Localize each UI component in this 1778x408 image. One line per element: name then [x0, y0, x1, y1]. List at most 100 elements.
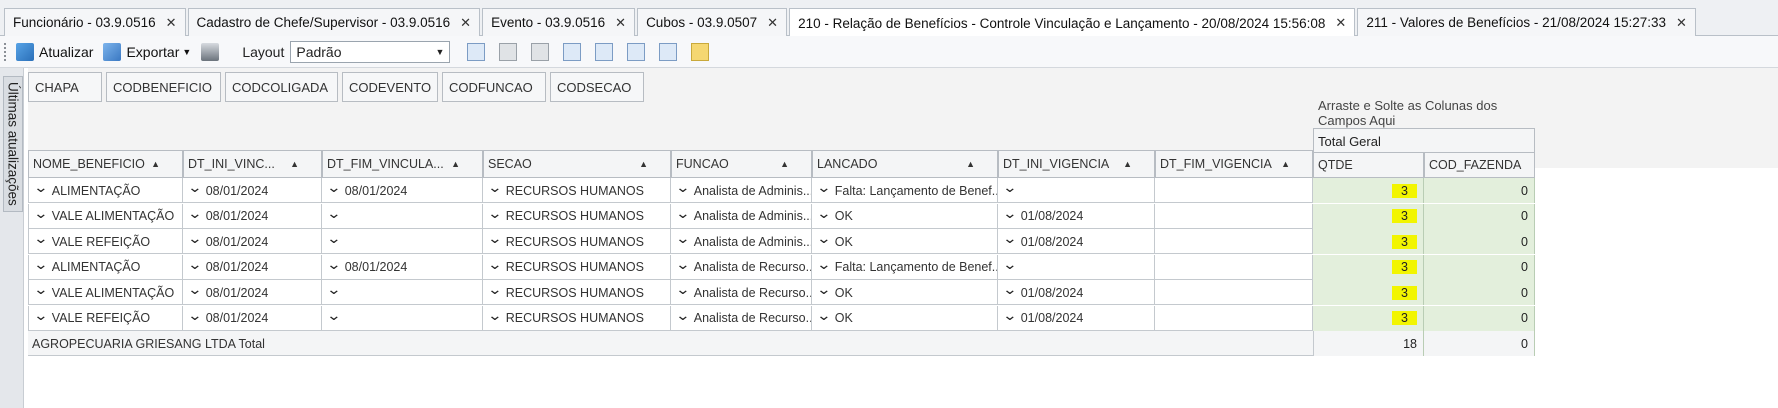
table-cell[interactable] — [1155, 254, 1313, 280]
table-cell[interactable] — [1155, 229, 1313, 254]
collapse-chevron-icon[interactable]: ⌄ — [816, 256, 831, 273]
table-cell[interactable]: ⌄ — [322, 280, 483, 305]
row-field-header[interactable]: DT_FIM_VIGENCIA ▲ — [1155, 150, 1313, 178]
collapse-chevron-icon[interactable]: ⌄ — [1002, 230, 1017, 247]
collapse-chevron-icon[interactable]: ⌄ — [187, 256, 202, 273]
collapse-chevron-icon[interactable]: ⌄ — [33, 179, 48, 196]
collapse-chevron-icon[interactable]: ⌄ — [33, 256, 48, 273]
table-cell[interactable]: ⌄ VALE REFEIÇÃO — [28, 305, 183, 331]
export-button[interactable]: Exportar ▼ — [103, 42, 191, 61]
table-cell[interactable]: ⌄ Analista de Recurso... — [671, 280, 812, 305]
collapse-chevron-icon[interactable]: ⌄ — [326, 230, 341, 247]
table-cell[interactable]: ⌄ ALIMENTAÇÃO — [28, 254, 183, 280]
table-cell[interactable] — [1155, 305, 1313, 331]
collapse-chevron-icon[interactable]: ⌄ — [326, 179, 341, 196]
collapse-chevron-icon[interactable]: ⌄ — [33, 230, 48, 247]
table-cell[interactable]: ⌄ Falta: Lançamento de Benef... — [812, 178, 998, 203]
document-tab[interactable]: Funcionário - 03.9.0516 ✕ — [4, 8, 186, 36]
close-icon[interactable]: ✕ — [767, 15, 778, 31]
row-field-header[interactable]: NOME_BENEFICIO ▲ — [28, 150, 183, 178]
row-field-header[interactable]: LANCADO ▲ — [812, 150, 998, 178]
collapse-chevron-icon[interactable]: ⌄ — [1002, 205, 1017, 222]
table-cell[interactable]: ⌄ OK — [812, 229, 998, 254]
row-field-header[interactable]: DT_FIM_VINCULA... ▲ — [322, 150, 483, 178]
grid-view-icon[interactable] — [563, 42, 582, 61]
table-cell[interactable]: ⌄ Falta: Lançamento de Benef... — [812, 254, 998, 280]
qtde-cell[interactable]: 3 — [1313, 280, 1424, 305]
table-cell[interactable]: ⌄ OK — [812, 203, 998, 229]
field-list-icon[interactable] — [627, 42, 646, 61]
table-cell[interactable]: ⌄ 08/01/2024 — [183, 229, 322, 254]
collapse-chevron-icon[interactable]: ⌄ — [326, 205, 341, 222]
collapse-chevron-icon[interactable]: ⌄ — [1002, 179, 1017, 196]
table-cell[interactable]: ⌄ 08/01/2024 — [183, 203, 322, 229]
table-cell[interactable]: ⌄ — [322, 203, 483, 229]
table-cell[interactable]: ⌄ Analista de Recurso... — [671, 305, 812, 331]
collapse-chevron-icon[interactable]: ⌄ — [816, 307, 831, 324]
collapse-chevron-icon[interactable]: ⌄ — [187, 281, 202, 298]
table-cell[interactable]: ⌄ RECURSOS HUMANOS — [483, 280, 671, 305]
collapse-chevron-icon[interactable]: ⌄ — [1002, 256, 1017, 273]
collapse-chevron-icon[interactable]: ⌄ — [33, 205, 48, 222]
table-cell[interactable]: ⌄ 08/01/2024 — [183, 280, 322, 305]
table-cell[interactable]: ⌄ 08/01/2024 — [322, 178, 483, 203]
cod-fazenda-cell[interactable]: 0 — [1424, 305, 1535, 331]
table-cell[interactable]: ⌄ RECURSOS HUMANOS — [483, 178, 671, 203]
collapse-chevron-icon[interactable]: ⌄ — [487, 230, 502, 247]
collapse-chevron-icon[interactable]: ⌄ — [487, 307, 502, 324]
filter-field-chip[interactable]: CODFUNCAO — [442, 72, 546, 102]
collapse-chevron-icon[interactable]: ⌄ — [1002, 307, 1017, 324]
table-cell[interactable]: ⌄ 01/08/2024 — [998, 280, 1155, 305]
table-cell[interactable]: ⌄ — [322, 229, 483, 254]
cod-fazenda-cell[interactable]: 0 — [1424, 178, 1535, 203]
row-field-header[interactable]: DT_INI_VIGENCIA ▲ — [998, 150, 1155, 178]
collapse-chevron-icon[interactable]: ⌄ — [187, 205, 202, 222]
value-field-header[interactable]: QTDE — [1313, 152, 1424, 178]
row-field-header[interactable]: FUNCAO ▲ — [671, 150, 812, 178]
layout-select[interactable]: Padrão ▼ — [290, 40, 451, 63]
document-tab[interactable]: Cadastro de Chefe/Supervisor - 03.9.0516… — [187, 8, 481, 36]
table-cell[interactable]: ⌄ VALE REFEIÇÃO — [28, 229, 183, 254]
collapse-chevron-icon[interactable]: ⌄ — [487, 281, 502, 298]
sum-icon[interactable] — [659, 42, 678, 61]
collapse-chevron-icon[interactable]: ⌄ — [487, 179, 502, 196]
collapse-chevron-icon[interactable]: ⌄ — [326, 307, 341, 324]
cod-fazenda-cell[interactable]: 0 — [1424, 280, 1535, 305]
table-cell[interactable]: ⌄ Analista de Adminis... — [671, 229, 812, 254]
document-tab[interactable]: Cubos - 03.9.0507 ✕ — [637, 8, 788, 36]
table-cell[interactable]: ⌄ 08/01/2024 — [183, 305, 322, 331]
collapse-chevron-icon[interactable]: ⌄ — [675, 256, 690, 273]
qtde-cell[interactable]: 3 — [1313, 203, 1424, 229]
format-rules-icon[interactable] — [691, 42, 710, 61]
print-button[interactable] — [201, 42, 224, 61]
filter-field-chip[interactable]: CODSECAO — [550, 72, 644, 102]
collapse-chevron-icon[interactable]: ⌄ — [487, 256, 502, 273]
table-cell[interactable]: ⌄ OK — [812, 305, 998, 331]
collapse-chevron-icon[interactable]: ⌄ — [487, 205, 502, 222]
table-cell[interactable]: ⌄ 08/01/2024 — [322, 254, 483, 280]
table-cell[interactable]: ⌄ VALE ALIMENTAÇÃO — [28, 203, 183, 229]
collapse-chevron-icon[interactable]: ⌄ — [187, 179, 202, 196]
collapse-chevron-icon[interactable]: ⌄ — [326, 281, 341, 298]
table-cell[interactable]: ⌄ 08/01/2024 — [183, 178, 322, 203]
collapse-chevron-icon[interactable]: ⌄ — [1002, 281, 1017, 298]
qtde-cell[interactable]: 3 — [1313, 178, 1424, 203]
cod-fazenda-cell[interactable]: 0 — [1424, 254, 1535, 280]
document-tab[interactable]: Evento - 03.9.0516 ✕ — [482, 8, 636, 36]
filter-field-chip[interactable]: CODEVENTO — [342, 72, 438, 102]
collapse-chevron-icon[interactable]: ⌄ — [675, 281, 690, 298]
table-cell[interactable]: ⌄ Analista de Adminis... — [671, 203, 812, 229]
filter-field-chip[interactable]: CODBENEFICIO — [106, 72, 221, 102]
toolbar-grip[interactable] — [4, 42, 8, 61]
grid-settings-icon[interactable] — [595, 42, 614, 61]
collapse-chevron-icon[interactable]: ⌄ — [816, 179, 831, 196]
table-cell[interactable]: ⌄ 01/08/2024 — [998, 229, 1155, 254]
row-field-header[interactable]: SECAO ▲ — [483, 150, 671, 178]
collapse-chevron-icon[interactable]: ⌄ — [675, 205, 690, 222]
close-icon[interactable]: ✕ — [615, 15, 626, 31]
table-cell[interactable] — [1155, 203, 1313, 229]
close-icon[interactable]: ✕ — [166, 15, 177, 31]
recent-updates-tab[interactable]: Últimas atualizações — [3, 76, 23, 212]
table-cell[interactable] — [1155, 178, 1313, 203]
collapse-chevron-icon[interactable]: ⌄ — [187, 307, 202, 324]
